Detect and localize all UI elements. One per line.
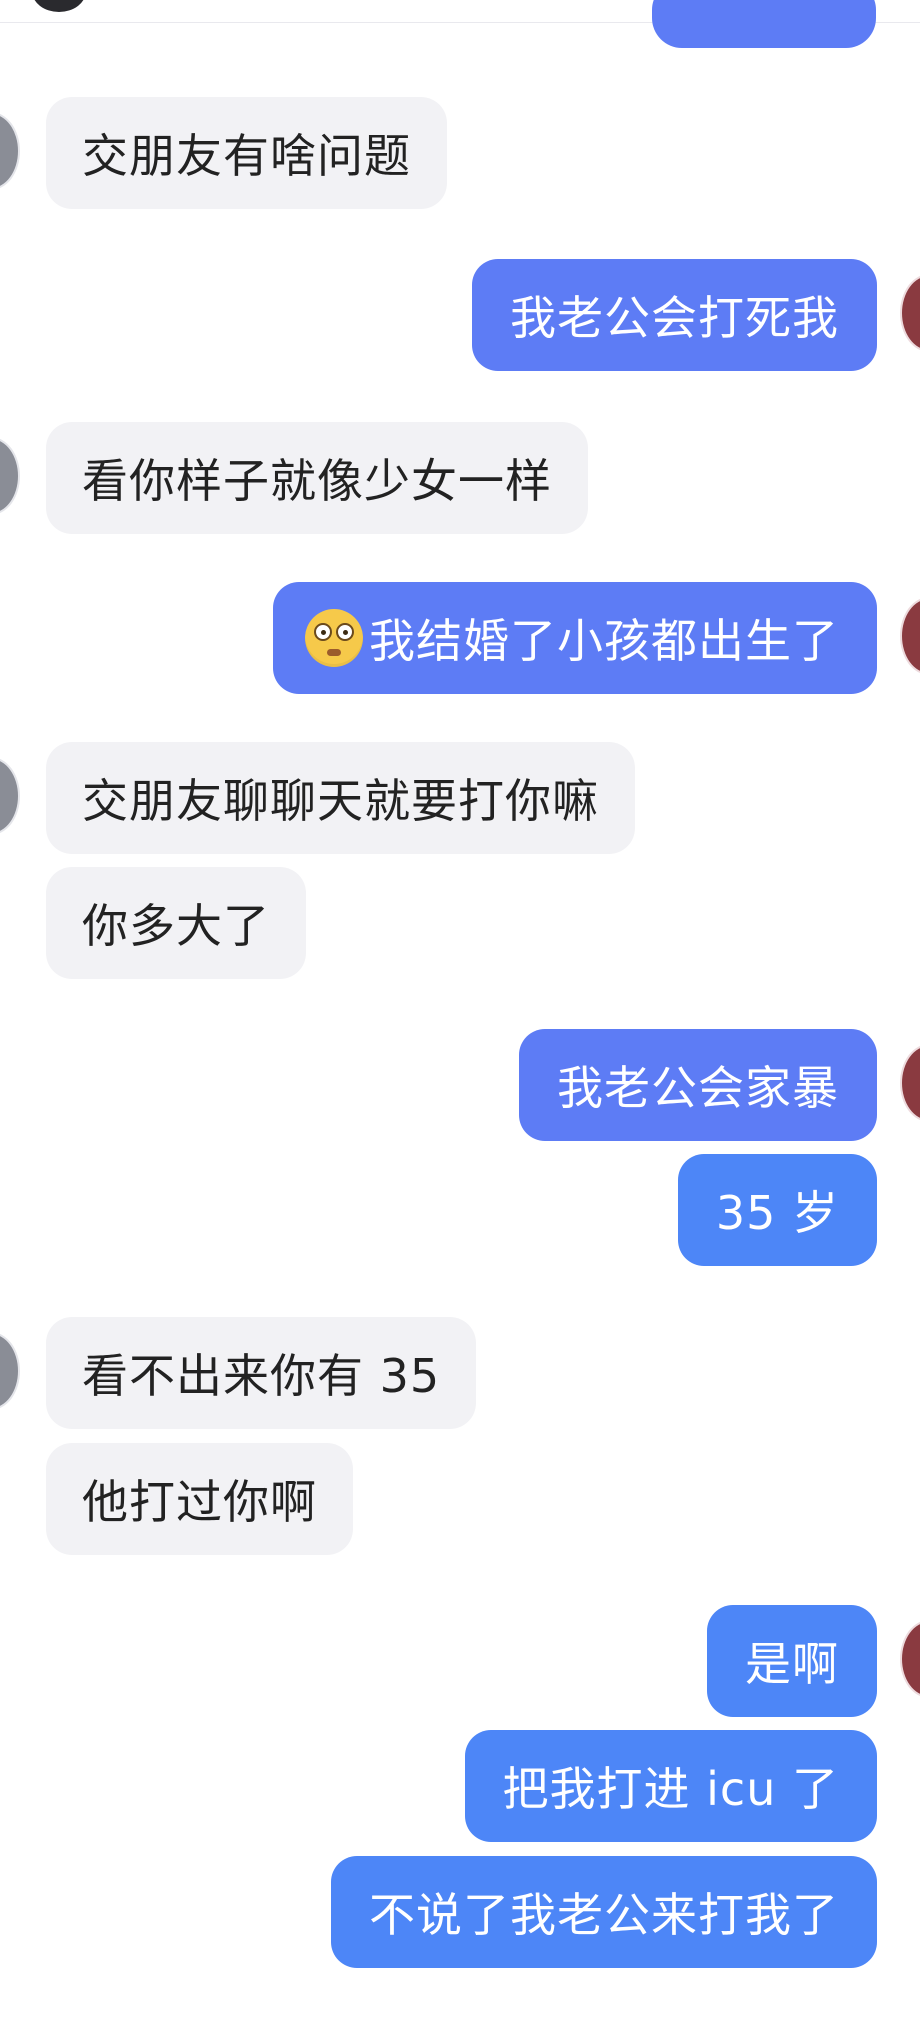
message-text: 交朋友聊聊天就要打你嘛 xyxy=(82,774,599,828)
message-text: 你多大了 xyxy=(82,899,270,953)
message-text: 我老公会家暴 xyxy=(557,1061,839,1115)
incoming-message[interactable]: 看不出来你有 35 xyxy=(46,1317,477,1429)
incoming-message[interactable]: 看你样子就像少女一样 xyxy=(46,422,588,534)
flushed-face-icon xyxy=(305,609,363,667)
incoming-message[interactable]: 交朋友聊聊天就要打你嘛 xyxy=(46,742,635,854)
contact-avatar[interactable] xyxy=(0,757,20,835)
contact-avatar[interactable] xyxy=(0,1332,20,1410)
user-avatar[interactable] xyxy=(900,1620,920,1698)
chat-conversation[interactable]: 交朋友有啥问题 我老公会打死我 看你样子就像少女一样 我结婚了小孩都出生了 交朋… xyxy=(0,0,920,2027)
outgoing-message[interactable]: 把我打进 icu 了 xyxy=(464,1730,877,1842)
outgoing-message[interactable]: 是啊 xyxy=(707,1605,877,1717)
message-text: 看不出来你有 35 xyxy=(82,1349,441,1403)
message-text: 他打过你啊 xyxy=(82,1475,317,1529)
contact-avatar[interactable] xyxy=(0,437,20,515)
outgoing-message[interactable]: 35 岁 xyxy=(677,1154,877,1266)
message-text: 35 岁 xyxy=(715,1186,839,1240)
message-text: 不说了我老公来打我了 xyxy=(369,1888,839,1942)
message-text: 交朋友有啥问题 xyxy=(82,129,411,183)
message-text: 是啊 xyxy=(745,1637,839,1691)
contact-avatar-partial[interactable] xyxy=(32,0,86,12)
user-avatar[interactable] xyxy=(900,597,920,675)
user-avatar[interactable] xyxy=(900,274,920,352)
incoming-message[interactable]: 你多大了 xyxy=(46,867,306,979)
outgoing-message[interactable]: 不说了我老公来打我了 xyxy=(331,1856,877,1968)
message-text: 看你样子就像少女一样 xyxy=(82,454,552,508)
outgoing-message[interactable]: 我结婚了小孩都出生了 xyxy=(273,582,877,694)
outgoing-message[interactable]: 我老公会家暴 xyxy=(519,1029,877,1141)
incoming-message[interactable]: 交朋友有啥问题 xyxy=(46,97,447,209)
outgoing-bubble-partial xyxy=(652,0,876,48)
outgoing-message[interactable]: 我老公会打死我 xyxy=(472,259,877,371)
message-text: 我结婚了小孩都出生了 xyxy=(369,614,839,668)
contact-avatar[interactable] xyxy=(0,112,20,190)
message-text: 把我打进 icu 了 xyxy=(502,1762,839,1816)
user-avatar[interactable] xyxy=(900,1044,920,1122)
message-text: 我老公会打死我 xyxy=(510,291,839,345)
incoming-message[interactable]: 他打过你啊 xyxy=(46,1443,353,1555)
